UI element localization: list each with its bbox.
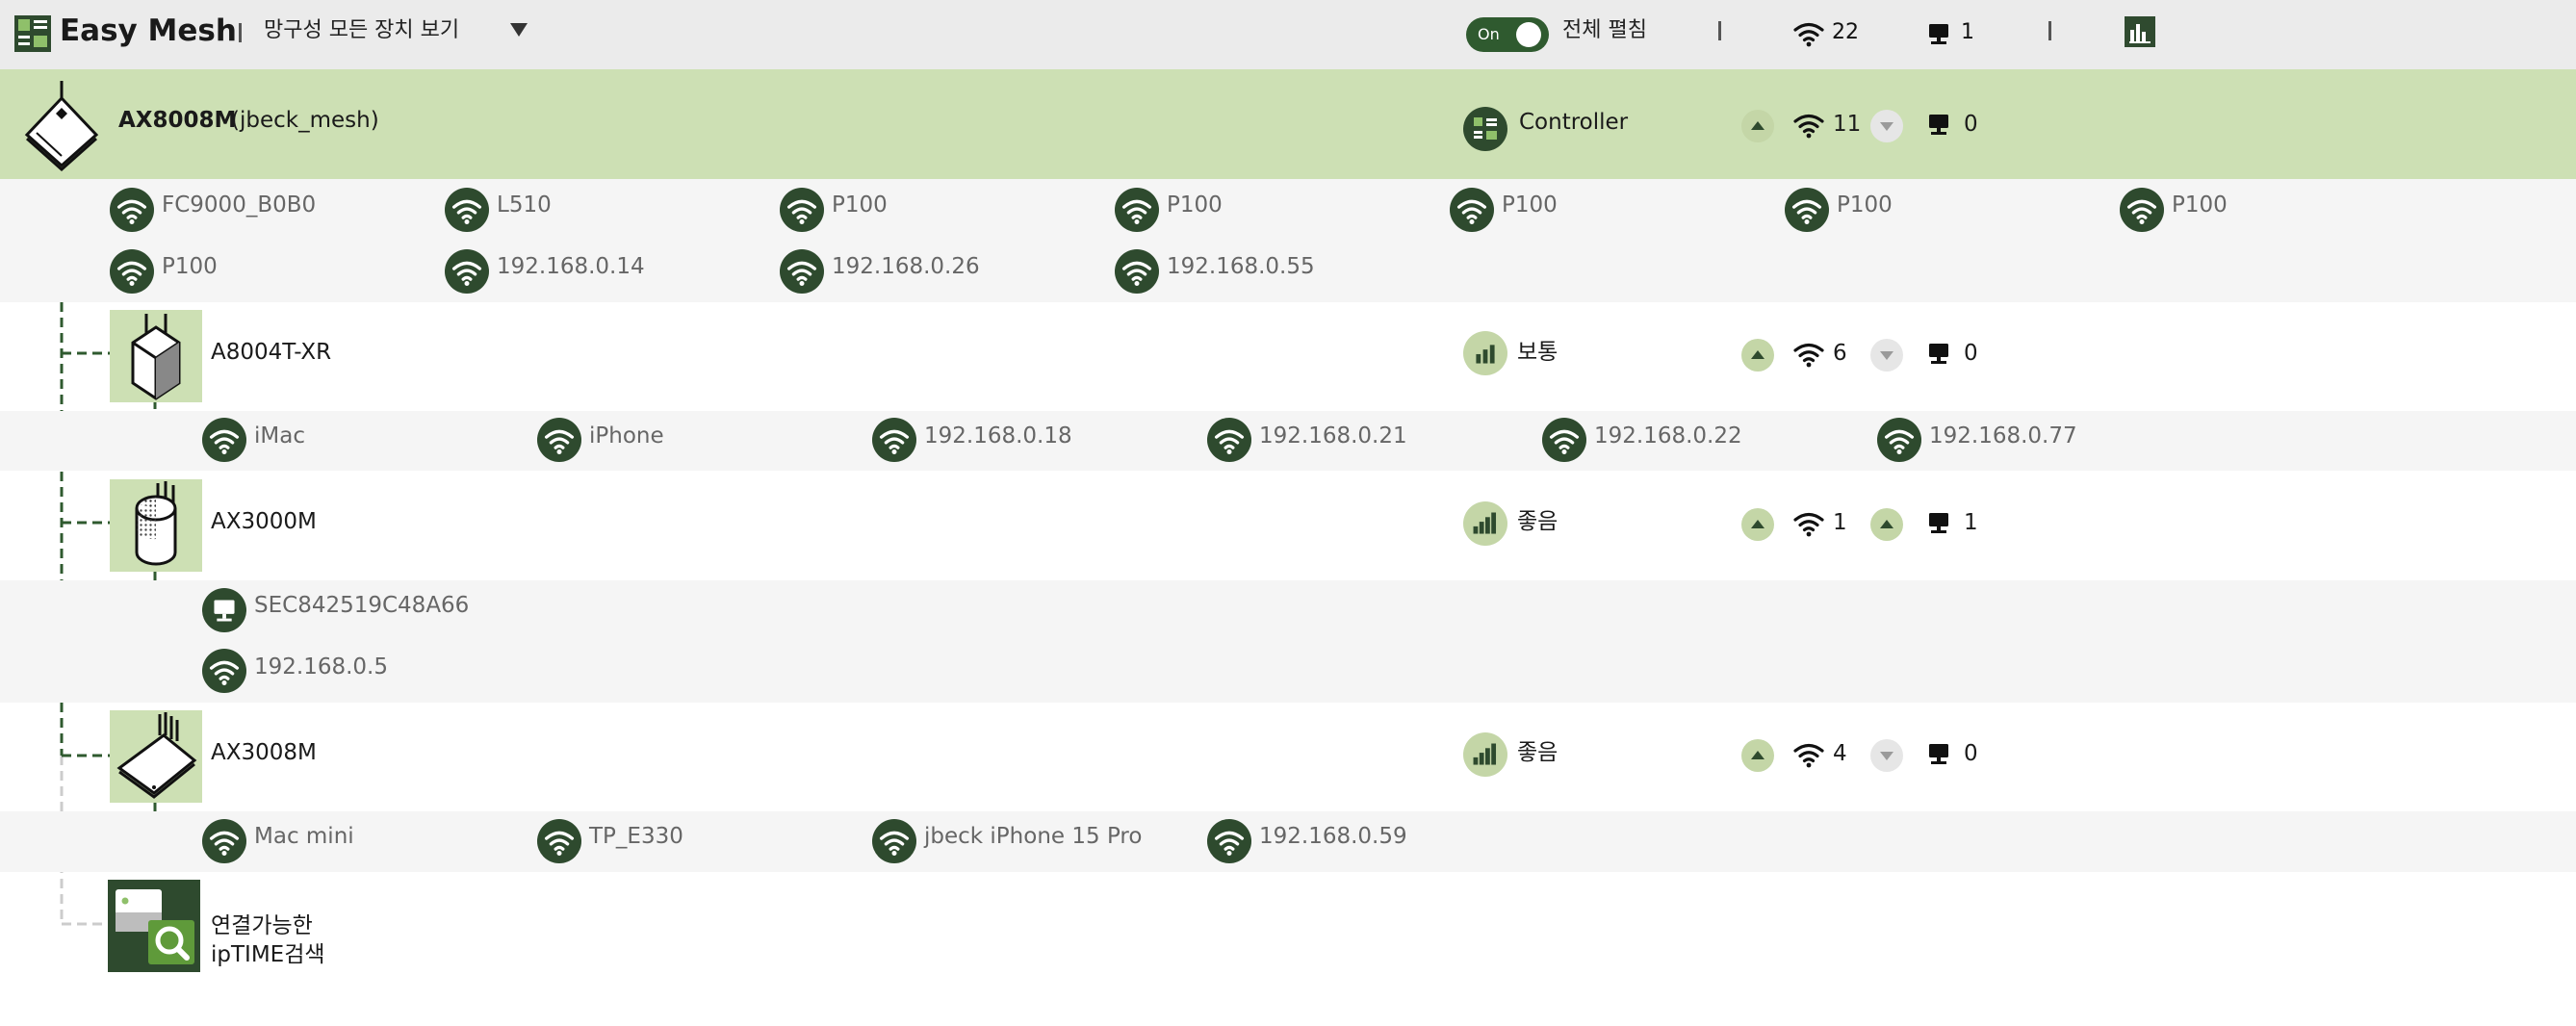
- wifi-icon: [872, 819, 916, 863]
- arrow-down-icon: [1870, 110, 1903, 142]
- client-device[interactable]: SEC842519C48A66: [254, 591, 469, 620]
- wired-monitor-icon: [1925, 511, 1952, 534]
- controller-icon: [1463, 107, 1507, 151]
- wifi-icon: [1793, 741, 1824, 768]
- wired-monitor-icon: [202, 588, 246, 632]
- client-device[interactable]: Mac mini: [254, 822, 354, 851]
- wifi-icon: [1542, 418, 1586, 462]
- client-device[interactable]: P100: [162, 252, 218, 281]
- search-iptime-label: ipTIME검색: [211, 942, 325, 967]
- wifi-icon: [537, 819, 581, 863]
- client-device[interactable]: 192.168.0.26: [832, 252, 980, 281]
- client-device[interactable]: P100: [1837, 191, 1893, 219]
- wifi-icon: [445, 188, 489, 232]
- wifi-icon: [1877, 418, 1921, 462]
- wifi-icon: [110, 249, 154, 294]
- client-device[interactable]: iPhone: [589, 422, 664, 450]
- wifi-icon: [780, 249, 824, 294]
- node-wifi-count: 1: [1833, 510, 1847, 535]
- wifi-icon: [1115, 188, 1159, 232]
- wifi-icon: [537, 418, 581, 462]
- wifi-icon: [1115, 249, 1159, 294]
- arrow-up-icon: [1741, 508, 1774, 541]
- arrow-up-icon: [1741, 739, 1774, 772]
- client-device[interactable]: P100: [1502, 191, 1558, 219]
- root-device-row[interactable]: [0, 69, 2576, 179]
- wifi-icon: [1793, 112, 1824, 139]
- client-device[interactable]: L510: [497, 191, 552, 219]
- node-wired-count: 0: [1964, 341, 1978, 366]
- node-signal-status: 좋음: [1517, 509, 1558, 534]
- wifi-icon: [1793, 341, 1824, 368]
- node-model-name: AX3000M: [211, 509, 317, 534]
- client-device[interactable]: FC9000_B0B0: [162, 191, 316, 219]
- node-model-name: A8004T-XR: [211, 340, 332, 365]
- wifi-icon: [202, 418, 246, 462]
- wifi-icon: [1450, 188, 1494, 232]
- wifi-icon: [1785, 188, 1829, 232]
- wired-monitor-icon: [1925, 113, 1952, 136]
- client-device[interactable]: 192.168.0.22: [1594, 422, 1742, 450]
- node-wired-count: 0: [1964, 741, 1978, 766]
- client-device[interactable]: 192.168.0.21: [1259, 422, 1407, 450]
- client-device[interactable]: 192.168.0.18: [924, 422, 1072, 450]
- client-device[interactable]: P100: [2172, 191, 2228, 219]
- root-network-name: (jbeck_mesh): [231, 108, 379, 133]
- root-wired-count: 0: [1964, 112, 1978, 137]
- arrow-up-icon: [1741, 110, 1774, 142]
- client-device[interactable]: iMac: [254, 422, 305, 450]
- arrow-down-icon: [1870, 339, 1903, 372]
- node-model-name: AX3008M: [211, 740, 317, 765]
- client-device[interactable]: P100: [1167, 191, 1223, 219]
- wifi-icon: [1793, 510, 1824, 537]
- client-device[interactable]: TP_E330: [589, 822, 683, 851]
- wifi-icon: [202, 649, 246, 693]
- wifi-icon: [1207, 819, 1251, 863]
- wired-monitor-icon: [1925, 342, 1952, 365]
- client-device[interactable]: 192.168.0.59: [1259, 822, 1407, 851]
- client-device[interactable]: 192.168.0.5: [254, 653, 388, 681]
- signal-bars-icon: [1463, 732, 1507, 777]
- client-device[interactable]: jbeck iPhone 15 Pro: [924, 822, 1142, 851]
- router-ax3000m-icon[interactable]: [110, 479, 202, 572]
- wifi-icon: [872, 418, 916, 462]
- wifi-icon: [780, 188, 824, 232]
- wifi-icon: [2120, 188, 2164, 232]
- wired-monitor-icon: [1925, 742, 1952, 765]
- arrow-up-icon: [1870, 508, 1903, 541]
- client-device[interactable]: 192.168.0.55: [1167, 252, 1315, 281]
- node-wifi-count: 4: [1833, 741, 1847, 766]
- node-wifi-count: 6: [1833, 341, 1847, 366]
- client-device[interactable]: P100: [832, 191, 888, 219]
- wifi-icon: [445, 249, 489, 294]
- node-signal-status: 보통: [1517, 340, 1558, 365]
- root-role-label: Controller: [1519, 110, 1629, 135]
- node-wired-count: 1: [1964, 510, 1978, 535]
- signal-bars-icon: [1463, 331, 1507, 375]
- router-a8004t-xr-icon[interactable]: [110, 310, 202, 402]
- wifi-icon: [110, 188, 154, 232]
- root-model-name: AX8008M: [118, 108, 237, 133]
- arrow-up-icon: [1741, 339, 1774, 372]
- search-iptime-button[interactable]: [108, 880, 200, 972]
- node-signal-status: 좋음: [1517, 740, 1558, 765]
- router-ax8008m-icon: [23, 79, 100, 172]
- wifi-icon: [202, 819, 246, 863]
- wifi-icon: [1207, 418, 1251, 462]
- client-device[interactable]: 192.168.0.14: [497, 252, 645, 281]
- signal-bars-icon: [1463, 501, 1507, 546]
- router-ax3008m-icon[interactable]: [110, 710, 202, 803]
- client-device[interactable]: 192.168.0.77: [1929, 422, 2077, 450]
- search-iptime-label: 연결가능한: [211, 913, 313, 938]
- root-wifi-count: 11: [1833, 112, 1862, 137]
- arrow-down-icon: [1870, 739, 1903, 772]
